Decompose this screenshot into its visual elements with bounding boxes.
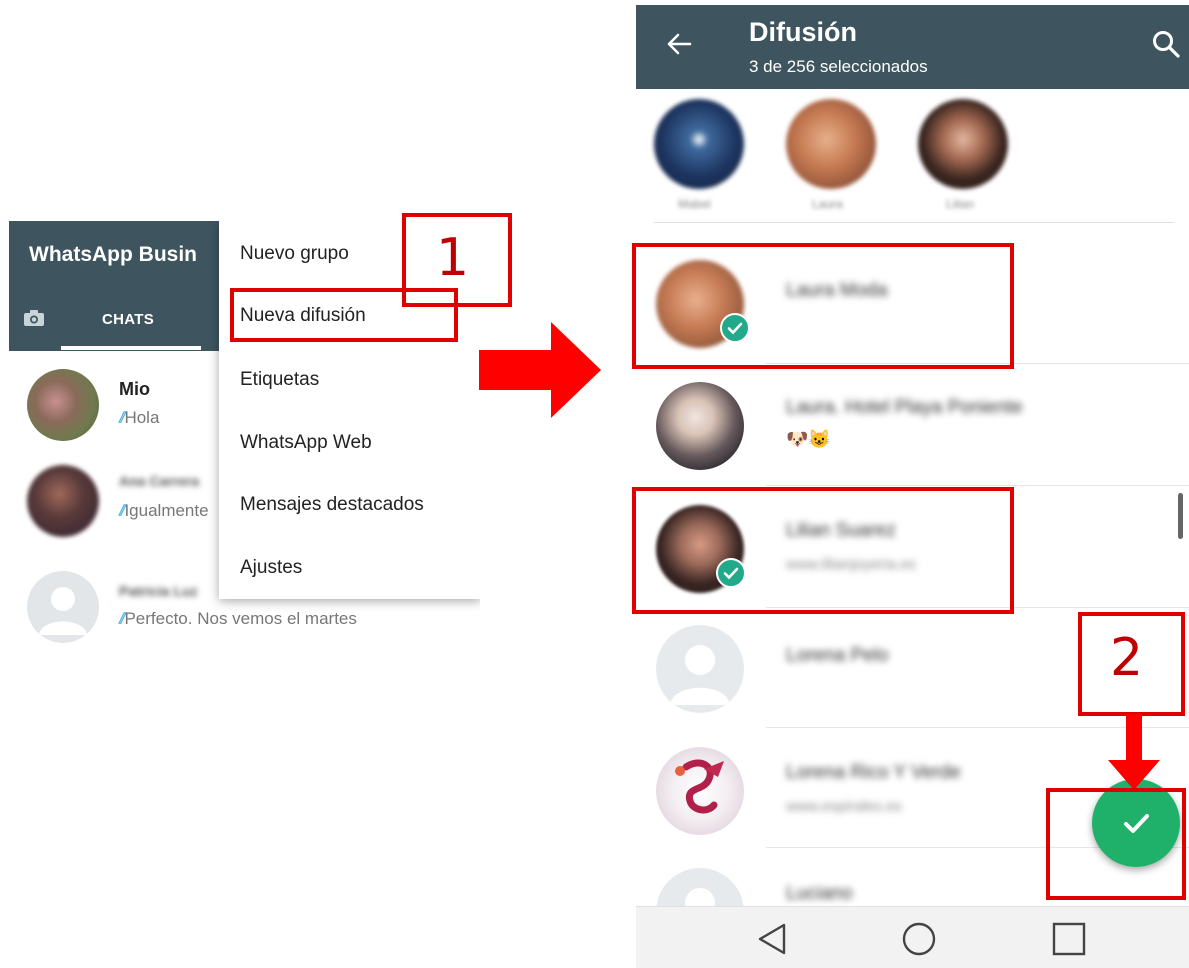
chat-name: Patricia Luz <box>119 583 198 599</box>
back-arrow-icon[interactable] <box>666 31 692 57</box>
avatar <box>27 465 99 537</box>
menu-item-whatsapp-web[interactable]: WhatsApp Web <box>240 432 372 454</box>
contact-row[interactable]: Laura. Hotel Playa Poniente 🐶😺 <box>636 367 1189 487</box>
contact-name: Lorena Rico Y Verde <box>786 762 961 783</box>
default-avatar-icon <box>670 645 730 705</box>
menu-item-etiquetas[interactable]: Etiquetas <box>240 369 319 391</box>
avatar <box>27 369 99 441</box>
chat-name: Ana Carrera <box>119 473 200 489</box>
dragon-logo-icon <box>675 759 724 814</box>
down-arrow-icon <box>1108 714 1160 790</box>
avatar <box>656 382 744 470</box>
contact-status: 🐶😺 <box>786 429 831 449</box>
chat-last-message: //Igualmente <box>119 501 209 520</box>
back-nav-icon[interactable] <box>754 921 790 957</box>
selected-avatar[interactable] <box>918 99 1008 189</box>
selected-avatar[interactable] <box>654 99 744 189</box>
contact-name: Laura. Hotel Playa Poniente <box>786 397 1023 418</box>
tab-indicator <box>61 346 201 350</box>
home-nav-icon[interactable] <box>901 921 937 957</box>
tab-chats[interactable]: CHATS <box>102 311 154 328</box>
selected-label: Lilian <box>946 197 975 211</box>
double-check-icon: // <box>119 408 126 427</box>
menu-item-ajustes[interactable]: Ajustes <box>240 557 302 579</box>
contact-name: Luciano <box>786 883 853 904</box>
menu-item-nuevo-grupo[interactable]: Nuevo grupo <box>240 243 349 265</box>
selected-label: Mabel <box>678 197 711 211</box>
highlight-contact-selected <box>632 243 1014 369</box>
selected-contacts-strip: Mabel Laura Lilian <box>636 89 1189 224</box>
avatar <box>656 747 744 835</box>
android-nav-bar <box>636 906 1189 968</box>
chat-last-message: //Perfecto. Nos vemos el martes <box>119 609 357 628</box>
app-header: Difusión 3 de 256 seleccionados <box>636 5 1189 89</box>
chat-last-message: //Hola <box>119 408 160 427</box>
camera-icon[interactable] <box>23 309 45 327</box>
page-title: Difusión <box>749 17 857 47</box>
default-avatar-icon <box>39 587 87 635</box>
chat-name: Mio <box>119 379 150 399</box>
highlight-contact-selected <box>632 487 1014 614</box>
contact-name: Lorena Pelo <box>786 645 889 666</box>
divider <box>654 222 1174 223</box>
selection-count: 3 de 256 seleccionados <box>749 57 928 76</box>
menu-item-mensajes-destacados[interactable]: Mensajes destacados <box>240 494 424 516</box>
selected-avatar[interactable] <box>786 99 876 189</box>
selected-label: Laura <box>812 197 843 211</box>
avatar <box>656 625 744 713</box>
recents-nav-icon[interactable] <box>1051 921 1087 957</box>
step-1-number: 1 <box>436 228 470 288</box>
double-check-icon: // <box>119 501 126 520</box>
app-title: WhatsApp Busin <box>29 243 197 266</box>
scrollbar[interactable] <box>1178 493 1183 539</box>
search-icon[interactable] <box>1151 29 1181 59</box>
right-arrow-icon <box>479 322 601 418</box>
step-2-number: 2 <box>1110 628 1144 688</box>
double-check-icon: // <box>119 609 126 628</box>
avatar <box>27 571 99 643</box>
highlight-confirm-button <box>1046 788 1186 900</box>
contact-status: www.espirales.es <box>786 798 902 815</box>
divider <box>766 485 1189 486</box>
